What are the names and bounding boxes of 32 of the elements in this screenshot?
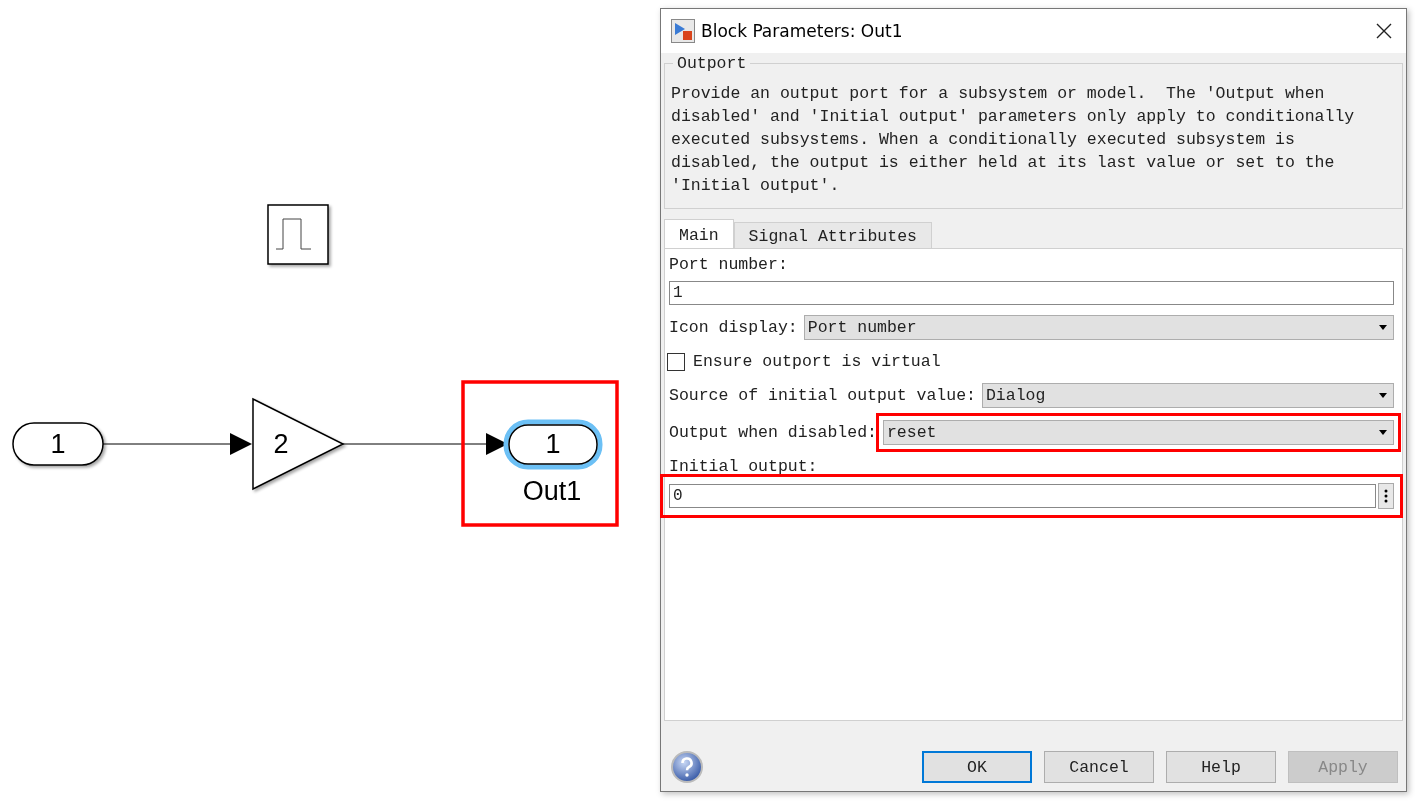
caret-icon <box>1379 430 1387 435</box>
dropdown[interactable]: Dialog <box>981 383 1394 408</box>
block-name: Out1 <box>522 476 582 506</box>
help-icon[interactable] <box>670 750 704 784</box>
port-number: 1 <box>545 429 561 459</box>
input-field[interactable]: 1 <box>669 281 1394 305</box>
app-icon <box>671 19 695 43</box>
checkbox[interactable] <box>667 352 685 371</box>
vertical-dots-icon <box>1384 489 1388 503</box>
group-title: Outport <box>673 54 751 73</box>
caret-icon <box>1379 325 1387 330</box>
window-title: Block Parameters: Out1 <box>701 21 904 41</box>
dropdown[interactable]: Port number <box>803 315 1394 340</box>
port-number: 1 <box>50 429 66 459</box>
description-text: Provide an output port for a subsystem or model. The 'Output when disabled' and 'Initial output' parameters only apply to conditionally executed subsystems. When a conditionally executed subsystem is disabled, the output is either held at its last value or set to the 'Initial output'. <box>671 83 1356 197</box>
gain-value: 2 <box>273 429 289 459</box>
checkbox-label: Ensure outport is virtual <box>693 352 941 371</box>
tab[interactable]: Signal Attributes <box>733 222 932 248</box>
dialog-button[interactable]: Help <box>1166 751 1276 783</box>
field-label: Output when disabled: <box>669 423 877 442</box>
field-label: Icon display: <box>669 318 798 337</box>
dropdown[interactable]: reset <box>882 420 1394 445</box>
field-label: Initial output: <box>669 457 819 476</box>
input-field[interactable]: 0 <box>669 484 1376 508</box>
pulse-generator-block <box>267 204 329 265</box>
dialog-button[interactable]: Cancel <box>1044 751 1154 783</box>
more-options-button[interactable] <box>1378 483 1394 509</box>
field-label: Source of initial output value: <box>669 386 976 405</box>
dialog-button[interactable]: OK <box>922 751 1032 783</box>
tab[interactable]: Main <box>664 219 734 248</box>
field-label: Port number: <box>669 255 789 274</box>
caret-icon <box>1379 393 1387 398</box>
